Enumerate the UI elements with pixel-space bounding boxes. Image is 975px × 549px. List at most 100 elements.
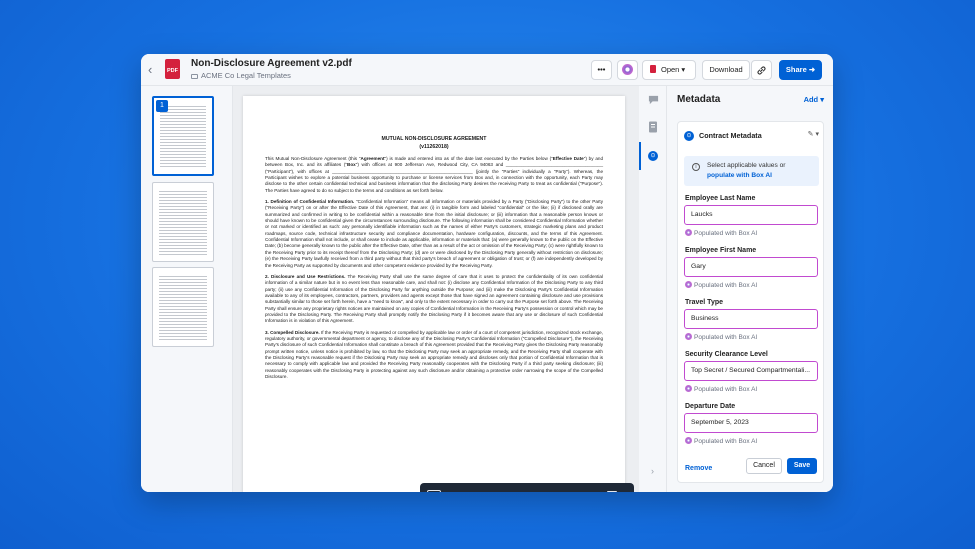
copy-link-button[interactable] — [751, 60, 772, 80]
header-bar: ‹ PDF Non-Disclosure Agreement v2.pdf AC… — [141, 54, 833, 86]
link-icon — [757, 66, 766, 75]
cancel-button[interactable]: Cancel — [746, 458, 782, 474]
comments-icon[interactable] — [647, 94, 659, 106]
box-ai-icon — [685, 229, 692, 236]
remove-button[interactable]: Remove — [685, 465, 712, 472]
edit-menu-icon[interactable]: ✎ ▾ — [808, 130, 819, 138]
document-version: (v11262018) — [419, 143, 449, 150]
page-number-badge: 1 — [156, 100, 168, 112]
intro-term: Effective Date — [552, 156, 584, 161]
metadata-tab-icon[interactable]: ⊙ — [648, 151, 658, 161]
populate-ai-link[interactable]: populate with Box AI — [707, 172, 772, 179]
intro-term: Box — [347, 162, 356, 168]
section-body: The Receiving Party shall use the same d… — [265, 273, 603, 324]
document-title: Non-Disclosure Agreement v2.pdf — [191, 58, 352, 69]
ai-populated-text: Populated with Box AI — [694, 230, 758, 237]
add-metadata-button[interactable]: Add ▾ — [804, 95, 824, 104]
ai-populated-note: Populated with Box AI — [685, 229, 757, 237]
field-label-first-name: Employee First Name — [685, 247, 757, 254]
toggle-sidebar-icon[interactable] — [427, 490, 441, 492]
thumbnail-content — [160, 106, 206, 168]
preview-window: ‹ PDF Non-Disclosure Agreement v2.pdf AC… — [141, 54, 833, 492]
document-page: MUTUAL NON-DISCLOSURE AGREEMENT (v112620… — [243, 96, 625, 492]
download-button[interactable]: Download — [702, 60, 750, 80]
metadata-card: ⊙ Contract Metadata ✎ ▾ i Select applica… — [677, 121, 824, 483]
thumbnail-sidebar: 1 — [141, 86, 233, 492]
pdf-mini-icon — [650, 65, 656, 73]
zoom-level[interactable]: 100% — [533, 483, 553, 492]
open-label: Open ▾ — [661, 65, 686, 74]
file-details-icon — [649, 121, 657, 133]
ai-populated-text: Populated with Box AI — [694, 282, 758, 289]
page-thumbnail-2[interactable] — [152, 182, 214, 262]
section-body: If the Receiving Party is requested or c… — [265, 329, 603, 379]
page-thumbnail-1[interactable]: 1 — [152, 96, 214, 176]
ai-populated-note: Populated with Box AI — [685, 437, 757, 445]
box-ai-icon — [622, 64, 633, 75]
zoom-out-icon[interactable]: − — [519, 483, 524, 492]
last-name-input[interactable]: Laucks — [684, 205, 818, 225]
viewer-toolbar: ⌃ 1/8 ⌄ − 100% + ⤢ — [420, 483, 634, 492]
section-1: 1. Definition of Confidential Informatio… — [265, 199, 603, 269]
notice-text: Select applicable values or — [707, 162, 786, 169]
pdf-file-icon: PDF — [165, 59, 180, 79]
section-heading: 2. Disclosure and Use Restrictions. — [265, 273, 346, 279]
folder-name[interactable]: ACME Co Legal Templates — [201, 71, 291, 80]
intro-term: Agreement — [360, 156, 385, 161]
security-clearance-input[interactable]: Top Secret / Secured Compartmentali... — [684, 361, 818, 381]
panel-title: Metadata — [677, 94, 721, 105]
sidebar-tab-rail: ⊙ — [639, 86, 667, 492]
save-button[interactable]: Save — [787, 458, 817, 474]
document-viewer[interactable]: MUTUAL NON-DISCLOSURE AGREEMENT (v112620… — [233, 86, 639, 492]
box-ai-icon — [685, 281, 692, 288]
section-heading: 3. Compelled Disclosure. — [265, 329, 320, 335]
intro-text: This Mutual Non-Disclosure Agreement (th… — [265, 156, 361, 161]
ai-populated-note: Populated with Box AI — [685, 281, 757, 289]
box-ai-button[interactable] — [617, 60, 638, 80]
ai-notice: i Select applicable values or populate w… — [684, 156, 819, 186]
box-ai-icon — [685, 437, 692, 444]
ai-populated-text: Populated with Box AI — [694, 386, 758, 393]
thumbnail-content — [159, 191, 207, 255]
info-icon: i — [692, 163, 700, 171]
template-title: Contract Metadata — [699, 131, 762, 140]
breadcrumb[interactable]: ACME Co Legal Templates — [191, 71, 291, 80]
document-heading: MUTUAL NON-DISCLOSURE AGREEMENT — [381, 136, 487, 142]
share-button[interactable]: Share ➜ — [779, 60, 822, 80]
details-icon[interactable] — [647, 121, 659, 133]
back-chevron-icon[interactable]: ‹ — [148, 63, 160, 77]
metadata-panel: Metadata Add ▾ ⊙ Contract Metadata ✎ ▾ i… — [667, 86, 833, 492]
notice-text-wrap: Select applicable values or populate wit… — [707, 161, 785, 181]
page-thumbnail-3[interactable] — [152, 267, 214, 347]
zoom-in-icon[interactable]: + — [559, 483, 564, 492]
field-label-travel-type: Travel Type — [685, 299, 724, 306]
fullscreen-icon[interactable]: ⤢ — [580, 483, 586, 492]
rotate-icon[interactable] — [607, 491, 617, 492]
field-label-security-clearance: Security Clearance Level — [685, 351, 768, 358]
thumbnail-content — [159, 276, 207, 340]
ai-populated-note: Populated with Box AI — [685, 385, 757, 393]
next-page-icon[interactable]: ⌄ — [491, 483, 498, 492]
more-options-button[interactable]: ••• — [591, 60, 612, 80]
section-body: "Confidential Information" means all inf… — [265, 199, 604, 268]
collapse-chevron-icon[interactable]: › — [651, 466, 654, 476]
folder-icon — [191, 73, 198, 79]
section-heading: 1. Definition of Confidential Informatio… — [265, 199, 355, 205]
ai-populated-text: Populated with Box AI — [694, 334, 758, 341]
template-icon: ⊙ — [684, 131, 694, 141]
intro-text: ") is made and entered into as of the da… — [384, 156, 553, 161]
intro-paragraph: This Mutual Non-Disclosure Agreement (th… — [265, 156, 603, 194]
first-name-input[interactable]: Gary — [684, 257, 818, 277]
page-indicator[interactable]: 1/8 — [473, 483, 484, 492]
open-button[interactable]: Open ▾ — [642, 60, 696, 80]
previous-page-icon[interactable]: ⌃ — [460, 483, 467, 492]
active-tab-indicator — [639, 142, 641, 170]
field-label-last-name: Employee Last Name — [685, 195, 756, 202]
speech-bubble-icon — [648, 95, 658, 105]
departure-date-input[interactable]: September 5, 2023 — [684, 413, 818, 433]
section-2: 2. Disclosure and Use Restrictions. The … — [265, 274, 603, 325]
travel-type-input[interactable]: Business — [684, 309, 818, 329]
section-3: 3. Compelled Disclosure. If the Receivin… — [265, 330, 603, 381]
field-label-departure-date: Departure Date — [685, 403, 736, 410]
box-ai-icon — [685, 385, 692, 392]
